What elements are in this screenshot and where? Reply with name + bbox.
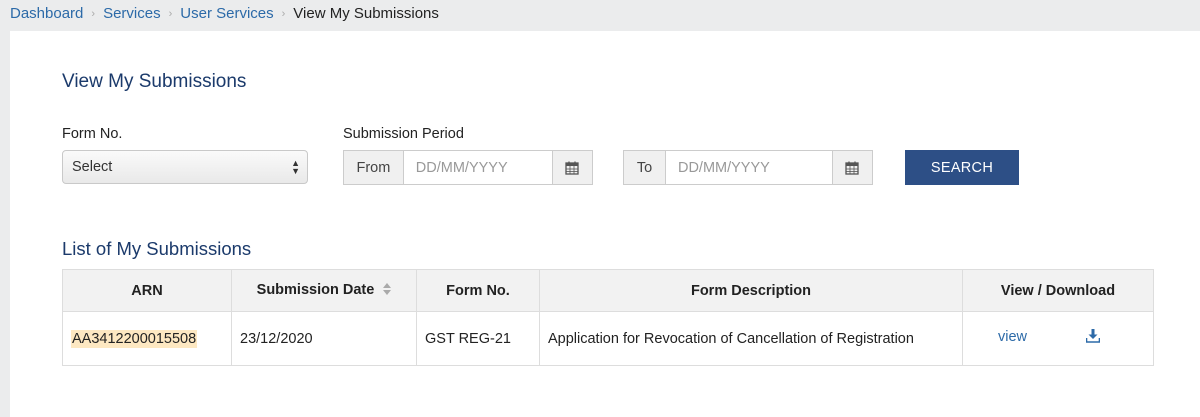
- form-no-label: Form No.: [62, 126, 123, 142]
- main-panel: View My Submissions Form No. Select ▲ ▼ S…: [10, 31, 1200, 417]
- breadcrumb-dashboard[interactable]: Dashboard: [10, 5, 83, 22]
- download-icon[interactable]: [1085, 329, 1101, 347]
- form-no-selected-value: Select: [72, 159, 113, 175]
- cell-form-no: GST REG-21: [416, 311, 540, 366]
- column-header-label: Submission Date: [256, 282, 375, 299]
- column-header-form-description: Form Description: [539, 269, 963, 312]
- breadcrumb-separator: ›: [168, 7, 173, 20]
- to-date-input[interactable]: [665, 151, 832, 184]
- calendar-icon[interactable]: [551, 151, 592, 184]
- search-button[interactable]: SEARCH: [905, 150, 1019, 185]
- list-title: List of My Submissions: [62, 238, 252, 259]
- cell-submission-date: 23/12/2020: [231, 311, 417, 366]
- submissions-table: ARN Submission Date Form No. Form Descri…: [62, 269, 1154, 366]
- sort-icon[interactable]: [383, 282, 392, 299]
- table-header-row: ARN Submission Date Form No. Form Descri…: [62, 269, 1154, 312]
- breadcrumb-separator: ›: [281, 7, 286, 20]
- to-date-group: To: [623, 150, 873, 185]
- column-header-submission-date[interactable]: Submission Date: [231, 269, 417, 312]
- calendar-icon[interactable]: [831, 151, 872, 184]
- column-header-arn: ARN: [62, 269, 232, 312]
- breadcrumb-separator: ›: [91, 7, 96, 20]
- form-no-select[interactable]: Select ▲ ▼: [62, 150, 308, 184]
- from-date-input[interactable]: [403, 151, 552, 184]
- column-header-form-no: Form No.: [416, 269, 540, 312]
- cell-form-description: Application for Revocation of Cancellati…: [539, 311, 963, 366]
- table-row: AA3412200015508 23/12/2020 GST REG-21 Ap…: [62, 311, 1154, 366]
- submission-period-label: Submission Period: [343, 126, 464, 142]
- breadcrumb-user-services[interactable]: User Services: [180, 5, 273, 22]
- cell-arn: AA3412200015508: [62, 311, 232, 366]
- breadcrumb: Dashboard › Services › User Services › V…: [0, 0, 1200, 27]
- to-label: To: [624, 151, 666, 184]
- column-header-view-download: View / Download: [962, 269, 1154, 312]
- page-title: View My Submissions: [62, 71, 247, 92]
- arn-value: AA3412200015508: [71, 329, 198, 348]
- breadcrumb-services[interactable]: Services: [103, 5, 161, 22]
- cell-view-download: view: [962, 311, 1154, 366]
- from-date-group: From: [343, 150, 593, 185]
- view-link[interactable]: view: [998, 329, 1027, 345]
- breadcrumb-current: View My Submissions: [293, 5, 439, 22]
- select-arrows-icon: ▲ ▼: [291, 158, 300, 176]
- from-label: From: [344, 151, 404, 184]
